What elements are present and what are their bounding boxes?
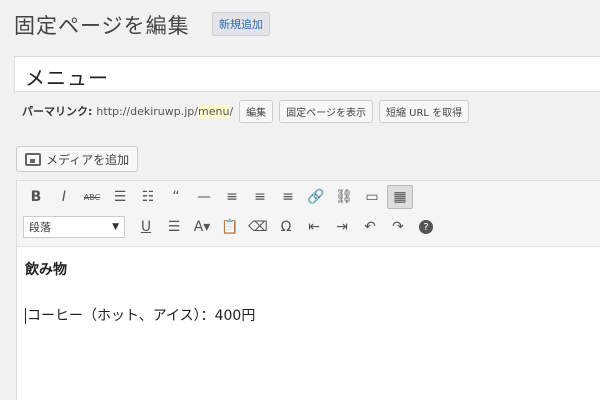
permalink-bar: パーマリンク: http://dekiruwp.jp/ menu / 編集 固定… [22,99,470,123]
justify-button[interactable]: ☰ [161,215,187,239]
underline-icon: U [140,219,152,235]
indent-icon: ⇥ [336,219,348,235]
insert-link-button[interactable]: 🔗 [303,185,329,209]
align-right-icon: ≡ [282,189,294,205]
page-title: 固定ページを編集 [14,14,190,38]
permalink-edit-button[interactable]: 編集 [239,99,274,123]
add-media-button[interactable]: メディアを追加 [16,146,139,172]
align-center-button[interactable]: ≡ [247,185,273,209]
clear-formatting-button[interactable]: ⌫ [245,215,271,239]
italic-icon: I [61,189,67,205]
content-heading: 飲み物 [25,262,67,278]
view-page-button[interactable]: 固定ページを表示 [279,99,373,123]
redo-icon: ↷ [392,219,404,235]
toolbar-row-2-buttons: U ☰ A▾ 📋 ⌫ Ω ⇤ ⇥ ↶ ↷? [133,215,441,239]
numbered-list-icon: ☷ [141,189,155,205]
help-icon: ? [419,220,433,234]
blockquote-icon: “ [172,189,180,205]
permalink-trailing-slash: / [229,104,234,118]
undo-button[interactable]: ↶ [357,215,383,239]
horizontal-rule-button[interactable]: — [191,185,217,209]
unlink-button[interactable]: ⛓ [331,185,357,209]
bullet-list-button[interactable]: ☰ [107,185,133,209]
text-color-button[interactable]: A▾ [189,215,215,239]
italic-button[interactable]: I [51,185,77,209]
permalink-label: パーマリンク: [22,105,93,118]
chevron-down-icon: ▼ [112,222,119,232]
unlink-icon: ⛓ [335,189,353,205]
redo-button[interactable]: ↷ [385,215,411,239]
permalink-slug[interactable]: menu [198,104,230,118]
toolbar-toggle-icon: ▦ [393,189,407,205]
special-character-button[interactable]: Ω [273,215,299,239]
align-center-icon: ≡ [254,189,266,205]
indent-button[interactable]: ⇥ [329,215,355,239]
content-paragraph: コーヒー（ホット、アイス）：400円 [25,305,255,325]
text-caret [25,308,26,324]
read-more-button[interactable]: ▭ [359,185,385,209]
insert-link-icon: 🔗 [307,189,325,205]
undo-icon: ↶ [364,219,376,235]
clear-formatting-icon: ⌫ [248,219,268,235]
content-editor[interactable]: B I ABC ☰ ☷ “ — ≡ ≡ ≡ 🔗 ⛓ ▭ ▦ 段落 ▼ U ☰ A▾ 📋 ⌫ Ω ⇤ ⇥ ↶ ↷? 飲み物 コ… [16,180,600,400]
toolbar-row-2: 段落 ▼ U ☰ A▾ 📋 ⌫ Ω ⇤ ⇥ ↶ ↷? [23,214,441,240]
justify-icon: ☰ [167,219,181,235]
toolbar-row-1: B I ABC ☰ ☷ “ — ≡ ≡ ≡ 🔗 ⛓ ▭ ▦ [23,184,415,210]
underline-button[interactable]: U [133,215,159,239]
bullet-list-icon: ☰ [113,189,127,205]
numbered-list-button[interactable]: ☷ [135,185,161,209]
add-media-label: メディアを追加 [46,152,130,167]
help-button[interactable]: ? [413,215,439,239]
format-select-value: 段落 [29,221,51,234]
outdent-icon: ⇤ [308,219,320,235]
paste-text-icon: 📋 [221,219,239,235]
blockquote-button[interactable]: “ [163,185,189,209]
add-new-button[interactable]: 新規追加 [212,12,270,36]
paste-text-button[interactable]: 📋 [217,215,243,239]
outdent-button[interactable]: ⇤ [301,215,327,239]
get-shortlink-button[interactable]: 短縮 URL を取得 [378,99,470,123]
editor-toolbar: B I ABC ☰ ☷ “ — ≡ ≡ ≡ 🔗 ⛓ ▭ ▦ 段落 ▼ U ☰ A▾ 📋 ⌫ Ω ⇤ ⇥ ↶ ↷? [17,181,600,247]
media-icon [25,152,41,166]
strikethrough-button[interactable]: ABC [79,185,105,209]
bold-icon: B [30,189,42,205]
bold-button[interactable]: B [23,185,49,209]
permalink-base-url[interactable]: http://dekiruwp.jp/ [96,105,198,118]
horizontal-rule-icon: — [197,189,211,205]
read-more-icon: ▭ [365,189,379,205]
content-paragraph-text: コーヒー（ホット、アイス）：400円 [27,308,256,324]
format-select[interactable]: 段落 ▼ [23,216,125,238]
align-left-button[interactable]: ≡ [219,185,245,209]
special-character-icon: Ω [280,219,292,235]
align-left-icon: ≡ [226,189,238,205]
text-color-icon: A▾ [193,219,211,235]
align-right-button[interactable]: ≡ [275,185,301,209]
editor-content[interactable]: 飲み物 コーヒー（ホット、アイス）：400円 [25,259,255,324]
toolbar-toggle-button[interactable]: ▦ [387,185,413,209]
strikethrough-icon: ABC [83,192,101,202]
title-input[interactable]: メニュー [14,56,600,92]
